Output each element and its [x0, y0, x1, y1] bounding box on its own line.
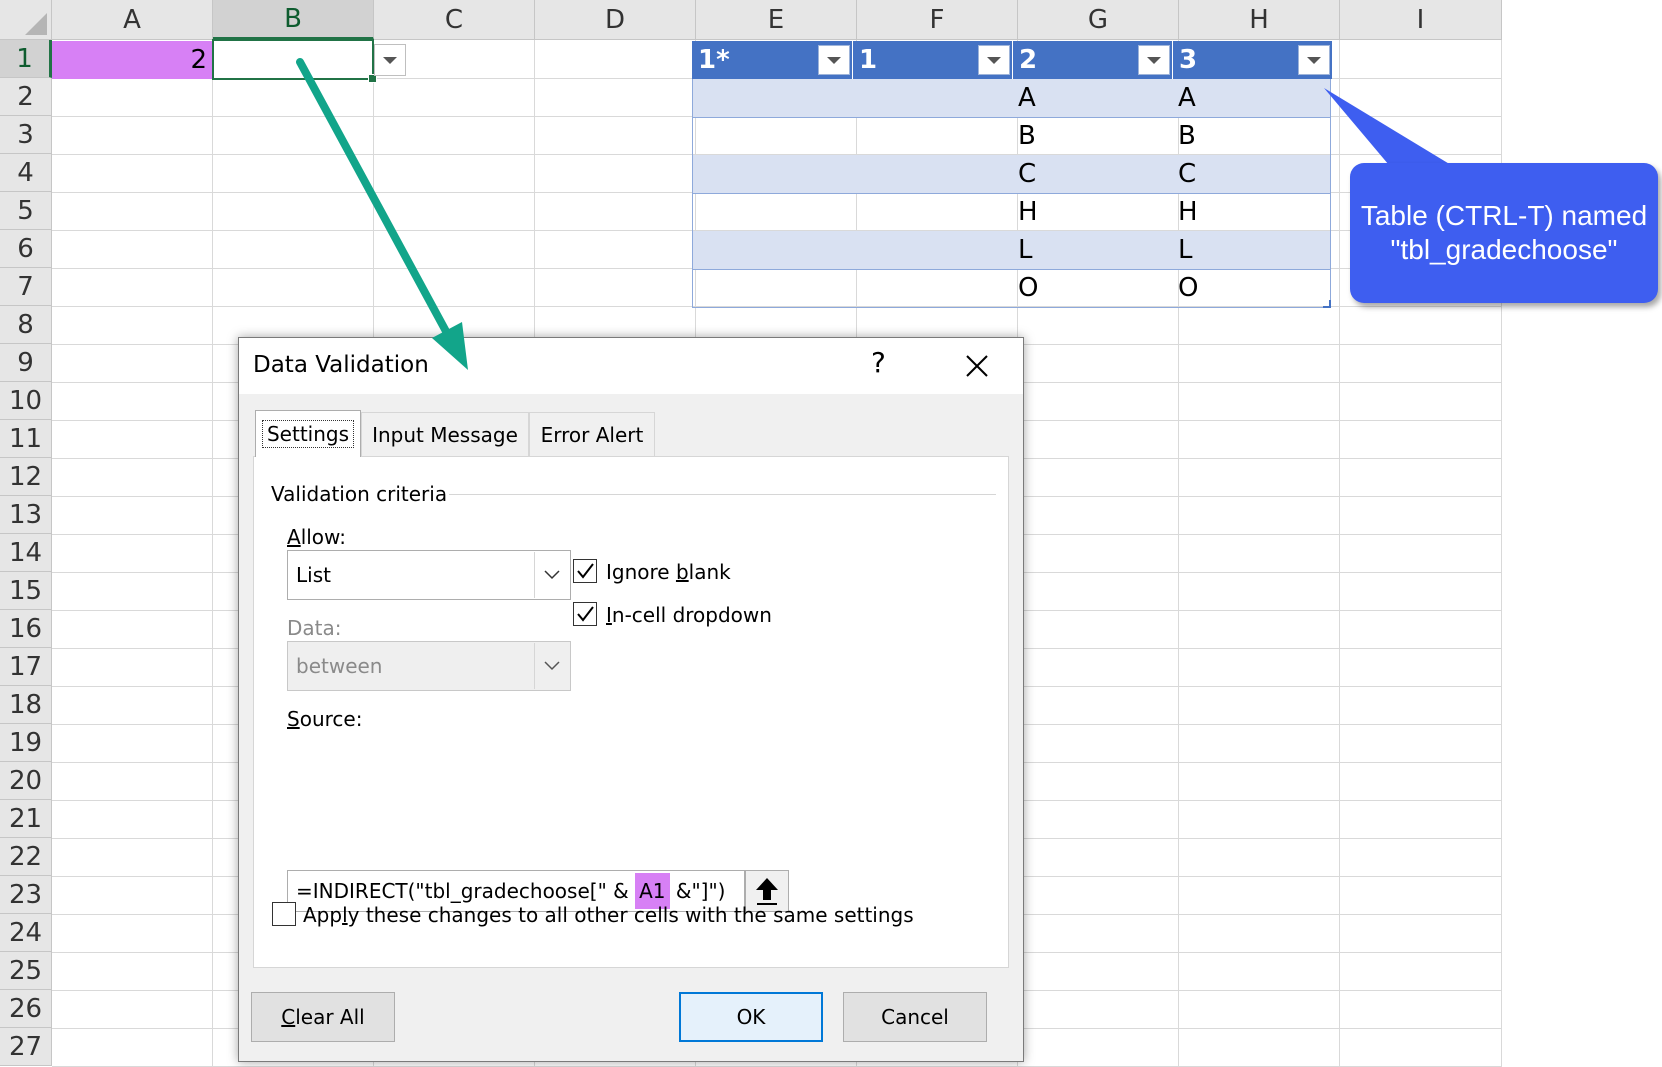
row-header-3[interactable]: 3 [0, 116, 52, 154]
row-header-8[interactable]: 8 [0, 306, 52, 344]
row-header-7[interactable]: 7 [0, 268, 52, 306]
column-header-i[interactable]: I [1340, 0, 1502, 40]
tab-error-alert-label: Error Alert [540, 422, 644, 447]
row-header-2[interactable]: 2 [0, 78, 52, 116]
in-cell-dropdown-label: In-cell dropdown [606, 603, 772, 627]
arrow-up-icon [756, 878, 778, 905]
cell-a1[interactable]: 2 [52, 41, 213, 79]
validation-criteria-label: Validation criteria [271, 482, 448, 506]
filter-arrow-icon [987, 56, 1001, 64]
row-header-17[interactable]: 17 [0, 648, 52, 686]
gridline-vertical [1339, 40, 1340, 1067]
tab-input-message-label: Input Message [372, 422, 518, 447]
checkmark-icon [577, 606, 594, 622]
table-resize-handle[interactable] [1323, 300, 1331, 308]
row-header-27[interactable]: 27 [0, 1028, 52, 1066]
cell-dropdown-button[interactable] [374, 44, 406, 76]
column-header-g[interactable]: G [1018, 0, 1179, 40]
row-header-23[interactable]: 23 [0, 876, 52, 914]
row-header-10[interactable]: 10 [0, 382, 52, 420]
settings-panel: Validation criteria Allow: List Ignore b… [253, 456, 1009, 968]
apply-to-all-label: Apply these changes to all other cells w… [303, 903, 914, 927]
clear-all-button[interactable]: Clear All [251, 992, 395, 1042]
row-header-21[interactable]: 21 [0, 800, 52, 838]
row-header-16[interactable]: 16 [0, 610, 52, 648]
close-icon [966, 355, 988, 377]
row-header-20[interactable]: 20 [0, 762, 52, 800]
row-header-14[interactable]: 14 [0, 534, 52, 572]
column-header-e[interactable]: E [696, 0, 857, 40]
row-header-5[interactable]: 5 [0, 192, 52, 230]
filter-arrow-icon [1307, 56, 1321, 64]
cancel-button[interactable]: Cancel [843, 992, 987, 1042]
row-header-9[interactable]: 9 [0, 344, 52, 382]
filter-arrow-icon [1147, 56, 1161, 64]
row-header-24[interactable]: 24 [0, 914, 52, 952]
filter-button-1[interactable] [978, 45, 1010, 75]
filter-arrow-icon [827, 56, 841, 64]
row-header-11[interactable]: 11 [0, 420, 52, 458]
chevron-down-icon [534, 552, 569, 598]
row-header-4[interactable]: 4 [0, 154, 52, 192]
help-button[interactable]: ? [871, 346, 886, 379]
row-header-19[interactable]: 19 [0, 724, 52, 762]
filter-button-1star[interactable] [818, 45, 850, 75]
close-button[interactable] [955, 344, 999, 388]
tab-settings[interactable]: Settings [255, 410, 361, 457]
chevron-down-icon [534, 643, 569, 689]
dialog-titlebar: Data Validation ? [239, 338, 1023, 394]
checkmark-icon [577, 563, 594, 579]
column-header-c[interactable]: C [374, 0, 535, 40]
row-header-26[interactable]: 26 [0, 990, 52, 1028]
row-header-12[interactable]: 12 [0, 458, 52, 496]
row-header-13[interactable]: 13 [0, 496, 52, 534]
cell-b1-selected[interactable] [212, 39, 377, 83]
callout-line-2: "tbl_gradechoose" [1390, 234, 1618, 265]
row-header-1[interactable]: 1 [0, 40, 52, 78]
apply-to-all-checkbox[interactable] [272, 902, 296, 926]
filter-button-2[interactable] [1138, 45, 1170, 75]
tab-error-alert[interactable]: Error Alert [529, 412, 655, 456]
allow-value: List [296, 563, 331, 587]
row-header-6[interactable]: 6 [0, 230, 52, 268]
data-select: between [287, 641, 571, 691]
gridline-vertical [212, 40, 213, 1067]
tab-input-message[interactable]: Input Message [361, 412, 529, 456]
table-outline [692, 79, 1331, 307]
data-validation-dialog: Data Validation ? Settings Input Message… [238, 337, 1024, 1062]
row-header-15[interactable]: 15 [0, 572, 52, 610]
allow-select[interactable]: List [287, 550, 571, 600]
tab-settings-label: Settings [261, 420, 355, 448]
column-header-b[interactable]: B [213, 0, 374, 40]
filter-button-3[interactable] [1298, 45, 1330, 75]
ignore-blank-checkbox[interactable] [573, 559, 597, 583]
source-label: Source: [287, 707, 363, 731]
dialog-title: Data Validation [253, 352, 429, 378]
ok-button[interactable]: OK [679, 992, 823, 1042]
in-cell-dropdown-checkbox[interactable] [573, 602, 597, 626]
row-header-25[interactable]: 25 [0, 952, 52, 990]
callout-line-1: Table (CTRL-T) named [1360, 200, 1648, 231]
dropdown-arrow-icon [383, 56, 397, 64]
data-label: Data: [287, 616, 342, 640]
column-header-a[interactable]: A [52, 0, 213, 40]
row-header-22[interactable]: 22 [0, 838, 52, 876]
select-all-corner[interactable] [0, 0, 52, 40]
allow-label: Allow: [287, 525, 347, 549]
group-divider [449, 494, 996, 495]
callout-note: Table (CTRL-T) named "tbl_gradechoose" [1350, 163, 1658, 303]
ignore-blank-label: Ignore blank [606, 560, 731, 584]
column-header-d[interactable]: D [535, 0, 696, 40]
column-header-h[interactable]: H [1179, 0, 1340, 40]
column-header-f[interactable]: F [857, 0, 1018, 40]
table-row-border [692, 307, 1331, 308]
data-value: between [296, 654, 383, 678]
row-header-18[interactable]: 18 [0, 686, 52, 724]
